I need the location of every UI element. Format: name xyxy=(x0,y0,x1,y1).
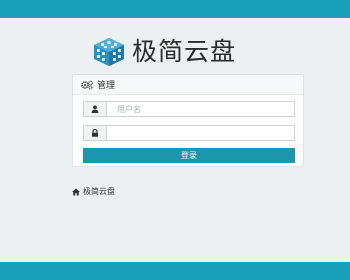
username-input[interactable] xyxy=(107,101,295,117)
home-link-label: 极简云盘 xyxy=(83,187,115,196)
username-addon xyxy=(83,101,107,117)
brand-header: 极简云盘 xyxy=(92,36,236,68)
user-icon xyxy=(91,105,99,113)
login-button[interactable]: 登录 xyxy=(83,148,295,163)
home-icon xyxy=(72,188,80,195)
home-link[interactable]: 极简云盘 xyxy=(72,186,115,197)
brand-name: 极简云盘 xyxy=(132,37,237,66)
login-panel: 管理 登录 xyxy=(72,74,304,167)
cogs-icon xyxy=(81,80,93,90)
password-field xyxy=(83,125,295,141)
login-panel-heading: 管理 xyxy=(73,75,303,95)
password-addon xyxy=(83,125,107,141)
cube-logo-icon xyxy=(94,38,124,66)
login-panel-title: 管理 xyxy=(97,81,116,91)
lock-icon xyxy=(92,129,98,137)
username-field xyxy=(83,101,295,117)
password-input[interactable] xyxy=(107,125,295,141)
bottom-bar xyxy=(0,262,350,280)
top-bar xyxy=(0,0,350,18)
